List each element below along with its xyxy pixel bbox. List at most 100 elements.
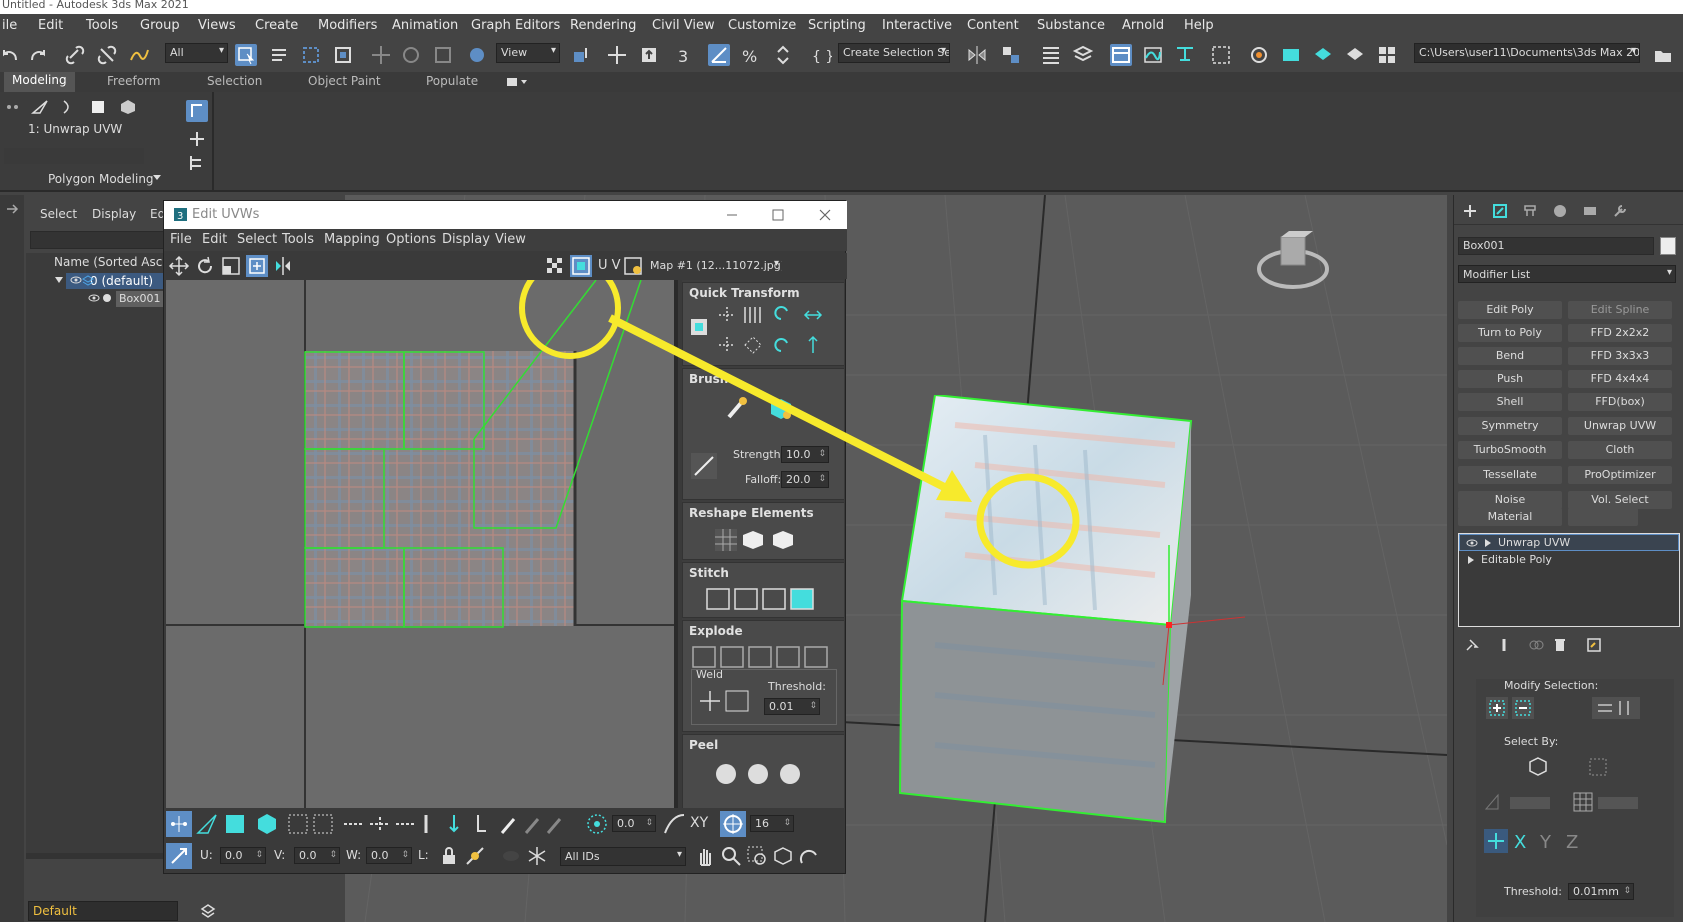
hierarchy-icon[interactable] xyxy=(1522,203,1538,219)
select-by-name-icon[interactable] xyxy=(268,44,290,66)
make-unique-icon[interactable] xyxy=(1528,637,1544,653)
ids-dropdown[interactable]: All IDs xyxy=(560,847,686,866)
modifier-button[interactable] xyxy=(1568,508,1638,526)
modifier-button[interactable]: Symmetry xyxy=(1458,417,1562,435)
expand-arrow-icon[interactable] xyxy=(1467,556,1475,564)
collapse-arrow-icon[interactable] xyxy=(54,275,64,285)
falloff-spinner[interactable]: 20.0 xyxy=(781,471,829,488)
rect-selection-icon[interactable] xyxy=(300,44,322,66)
select-object-icon[interactable] xyxy=(235,44,257,66)
modifier-button[interactable]: ProOptimizer xyxy=(1568,466,1672,484)
canvas-scrollbar[interactable] xyxy=(674,280,678,808)
hide-icon[interactable] xyxy=(464,845,486,867)
uvw-menu-mapping[interactable]: Mapping xyxy=(324,232,380,247)
modifier-button[interactable]: TurboSmooth xyxy=(1458,441,1562,459)
menu-arnold[interactable]: Arnold xyxy=(1122,18,1164,33)
uvw-menu-view[interactable]: View xyxy=(495,232,526,247)
object-row[interactable]: Box001 xyxy=(116,291,170,307)
rendered-frame-icon[interactable] xyxy=(1280,44,1302,66)
zoom-region-icon[interactable] xyxy=(746,845,768,867)
tab-modeling[interactable]: Modeling xyxy=(4,72,75,92)
tab-object-paint[interactable]: Object Paint xyxy=(308,74,381,88)
vertex-mode-icon[interactable] xyxy=(166,811,192,837)
menu-group[interactable]: Group xyxy=(140,18,180,33)
pixel-snap-spinner[interactable]: 16 xyxy=(750,815,794,832)
menu-animation[interactable]: Animation xyxy=(392,18,458,33)
project-folder-icon[interactable] xyxy=(1652,44,1674,66)
box001-object[interactable] xyxy=(875,395,1295,835)
layer-dropdown[interactable]: Default xyxy=(28,901,178,921)
zoom-icon[interactable] xyxy=(720,845,742,867)
w-spinner[interactable]: 0.0 xyxy=(366,847,412,864)
modifier-button[interactable]: Noise xyxy=(1458,491,1562,509)
schematic-view-icon[interactable] xyxy=(1174,44,1196,66)
modifier-button[interactable]: Tessellate xyxy=(1458,466,1562,484)
align-icon[interactable] xyxy=(1000,44,1022,66)
modifier-button[interactable]: Turn to Poly xyxy=(1458,324,1562,342)
grow-shrink-icons[interactable] xyxy=(286,811,336,837)
menu-views[interactable]: Views xyxy=(198,18,236,33)
column-header-name[interactable]: Name (Sorted Ascen xyxy=(54,255,177,269)
render-iterative-icon[interactable] xyxy=(1344,44,1366,66)
selection-set-dropdown[interactable]: Create Selection Set xyxy=(838,43,950,63)
modifier-button[interactable]: Bend xyxy=(1458,347,1562,365)
uv-mirror-icon[interactable] xyxy=(272,255,294,277)
grow-selection-icon[interactable] xyxy=(1486,697,1508,719)
scale-icon[interactable] xyxy=(432,44,454,66)
close-icon[interactable] xyxy=(819,209,831,221)
map-dropdown[interactable]: Map #1 (12...11072.jpg) xyxy=(646,257,782,275)
modifier-button[interactable]: Shell xyxy=(1458,393,1562,411)
link-icon[interactable] xyxy=(64,44,86,66)
element-icon[interactable] xyxy=(118,98,138,116)
display-icon[interactable] xyxy=(1582,203,1598,219)
zoom-selected-icon[interactable] xyxy=(798,845,820,867)
layer-stack-icon[interactable] xyxy=(200,903,216,919)
tab-selection[interactable]: Selection xyxy=(207,74,262,88)
select-by-element-icon[interactable] xyxy=(1526,755,1550,779)
eye-icon[interactable] xyxy=(70,275,82,285)
uv-options-icon[interactable] xyxy=(622,255,644,277)
loop-ring-icons[interactable] xyxy=(342,811,442,837)
select-by-angle-icon[interactable] xyxy=(1484,791,1554,813)
uv-scale-icon[interactable] xyxy=(220,255,242,277)
stitch-icons[interactable] xyxy=(705,587,815,611)
pin-stack-icon[interactable] xyxy=(1464,637,1480,653)
unlink-icon[interactable] xyxy=(96,44,118,66)
modifier-button[interactable]: Vol. Select xyxy=(1568,491,1672,509)
modifier-button[interactable]: FFD 2x2x2 xyxy=(1568,324,1672,342)
rollout-title[interactable]: Peel xyxy=(683,735,844,755)
uv-canvas[interactable] xyxy=(166,280,674,808)
modify-icon[interactable] xyxy=(1492,203,1508,219)
uv-label[interactable]: U V xyxy=(598,258,621,273)
modifier-button[interactable]: Unwrap UVW xyxy=(1568,417,1672,435)
menu-substance[interactable]: Substance xyxy=(1037,18,1105,33)
show-end-result-icon[interactable] xyxy=(1496,637,1512,653)
rollout-title[interactable]: Quick Transform xyxy=(683,283,844,303)
select-manipulate-icon[interactable] xyxy=(606,44,628,66)
rollout-title[interactable]: Explode xyxy=(683,621,844,641)
edge-mode-icon[interactable] xyxy=(194,811,220,837)
curve-editor-icon[interactable] xyxy=(1142,44,1164,66)
uvw-menu-tools[interactable]: Tools xyxy=(282,232,314,247)
bind-space-warp-icon[interactable] xyxy=(128,44,150,66)
maximize-icon[interactable] xyxy=(772,209,784,221)
select-by-smoothing-icon[interactable] xyxy=(1572,791,1642,813)
paint-select-icons[interactable] xyxy=(448,811,568,837)
modifier-list-dropdown[interactable]: Modifier List xyxy=(1458,265,1676,283)
redo-icon[interactable] xyxy=(26,44,48,66)
uvw-menu-edit[interactable]: Edit xyxy=(202,232,227,247)
tab-select[interactable]: Select xyxy=(40,207,77,221)
soft-selection-icon[interactable] xyxy=(584,811,610,837)
falloff-space-xy[interactable]: XY xyxy=(690,815,708,831)
uv-rotate-icon[interactable] xyxy=(194,255,216,277)
render-setup-icon[interactable] xyxy=(1248,44,1270,66)
modifier-stack[interactable]: Unwrap UVW Editable Poly xyxy=(1458,533,1680,627)
explode-icons[interactable] xyxy=(691,645,837,669)
falloff-curve-icon[interactable] xyxy=(691,453,717,479)
selection-filter-dropdown[interactable]: All xyxy=(165,43,228,63)
show-map-icon[interactable] xyxy=(570,255,592,277)
scene-explorer-icon[interactable] xyxy=(1040,44,1062,66)
tab-populate[interactable]: Populate xyxy=(426,74,478,88)
project-path-dropdown[interactable]: C:\Users\user11\Documents\3ds Max 2021 xyxy=(1414,43,1640,63)
threshold-spinner[interactable]: 0.01mm xyxy=(1568,883,1634,900)
